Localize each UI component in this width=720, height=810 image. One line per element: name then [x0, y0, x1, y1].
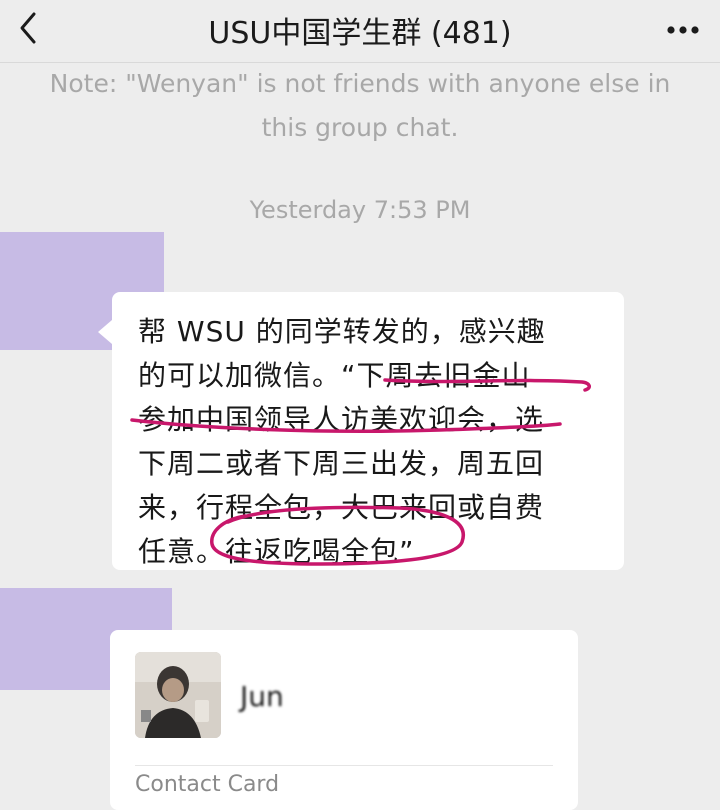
card-divider [135, 765, 553, 766]
bubble-tail [98, 320, 112, 344]
chat-title: USU中国学生群 (481) [208, 16, 512, 51]
message-line: 参加中国领导人访美欢迎会，选 [138, 403, 545, 436]
contact-avatar [135, 652, 221, 738]
message-line: 帮 WSU 的同学转发的，感兴趣 [138, 315, 546, 348]
message-line: 的可以加微信。“下周去旧金山 [138, 359, 531, 392]
message-line: 任意。往返吃喝全包” [138, 535, 415, 568]
more-horizontal-icon [667, 26, 699, 34]
more-button[interactable] [658, 10, 708, 50]
message-text: 帮 WSU 的同学转发的，感兴趣 的可以加微信。“下周去旧金山 参加中国领导人访… [138, 310, 608, 574]
chat-header: USU中国学生群 (481) [0, 0, 720, 63]
person-photo-icon [135, 652, 221, 738]
contact-card[interactable]: Jun Contact Card [110, 630, 578, 810]
message-line: 下周二或者下周三出发，周五回 [138, 447, 545, 480]
message-line: 来，行程全包，大巴来回或自费 [138, 491, 545, 524]
system-note: Note: "Wenyan" is not friends with anyon… [40, 62, 680, 150]
system-note-line-1: Note: "Wenyan" is not friends with anyon… [49, 69, 671, 98]
message-timestamp: Yesterday 7:53 PM [249, 196, 471, 224]
contact-name: Jun [240, 680, 284, 713]
contact-card-label: Contact Card [135, 772, 280, 797]
message-bubble[interactable]: 帮 WSU 的同学转发的，感兴趣 的可以加微信。“下周去旧金山 参加中国领导人访… [112, 292, 624, 570]
system-note-line-2: this group chat. [261, 113, 459, 142]
